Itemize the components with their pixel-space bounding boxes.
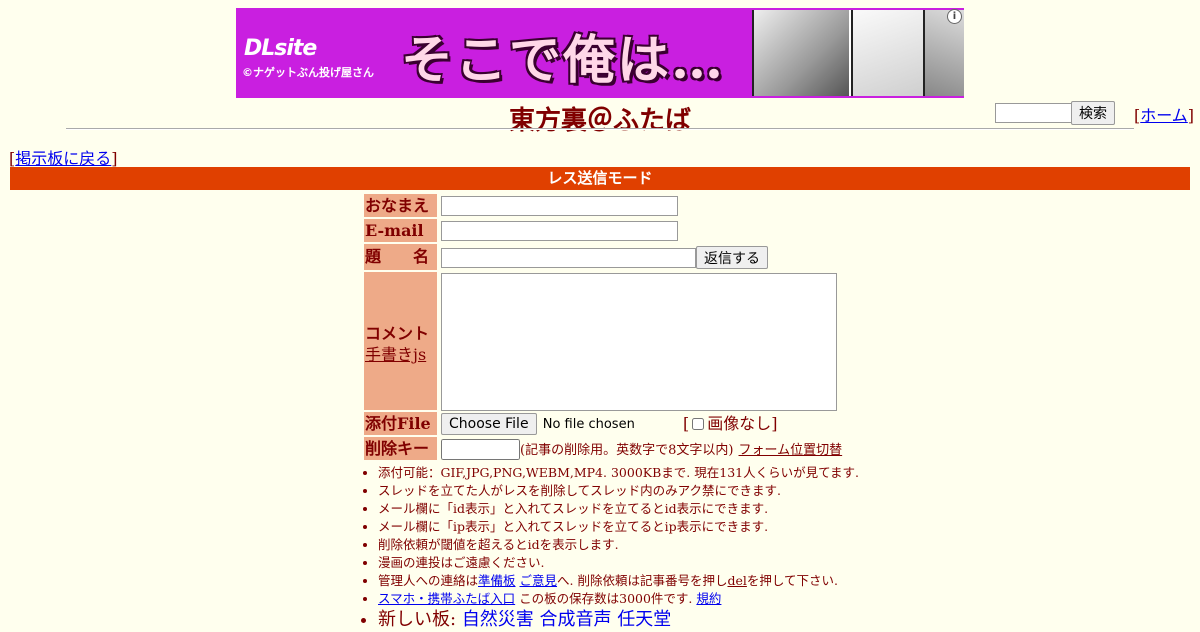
junbi-board-link[interactable]: 準備板 bbox=[478, 573, 516, 588]
no-image-option: [画像なし] bbox=[683, 414, 778, 433]
file-status: No file chosen bbox=[542, 417, 635, 432]
ad-banner[interactable]: DLsite ©ナゲットぶん投げ屋さん そこで俺は… i bbox=[236, 8, 964, 98]
feedback-link[interactable]: ご意見 bbox=[520, 573, 558, 588]
mobile-entry-link[interactable]: スマホ・携帯ふたば入口 bbox=[378, 591, 515, 606]
list-item: 添付可能：GIF,JPG,PNG,WEBM,MP4. 3000KBまで. 現在1… bbox=[378, 464, 859, 482]
back-link[interactable]: 掲示板に戻る bbox=[15, 149, 111, 168]
banner-artwork bbox=[752, 10, 964, 96]
del-link[interactable]: del bbox=[727, 573, 746, 588]
search-button[interactable]: 検索 bbox=[1071, 101, 1115, 125]
list-item: スマホ・携帯ふたば入口 この板の保存数は3000件です. 規約 bbox=[378, 590, 859, 608]
list-item: メール欄に「ip表示」と入れてスレッドを立てるとip表示にできます. bbox=[378, 518, 859, 536]
list-item: スレッドを立てた人がレスを削除してスレッド内のみアク禁にできます. bbox=[378, 482, 859, 500]
home-link[interactable]: ホーム bbox=[1140, 106, 1188, 125]
list-item: 管理人への連絡は準備板 ご意見へ. 削除依頼は記事番号を押しdelを押して下さい… bbox=[378, 572, 859, 590]
home-nav: [ホーム] bbox=[1134, 106, 1195, 125]
search-form: 検索 bbox=[995, 101, 1115, 125]
search-input[interactable] bbox=[995, 103, 1073, 123]
new-board-link[interactable]: 自然災害 bbox=[462, 609, 534, 630]
file-label: 添付File bbox=[364, 412, 437, 435]
mode-bar: レス送信モード bbox=[10, 167, 1190, 190]
no-image-label: 画像なし bbox=[707, 414, 772, 433]
name-input[interactable] bbox=[441, 195, 678, 216]
new-board-link[interactable]: 合成音声 bbox=[540, 609, 612, 630]
new-board-link[interactable]: 任天堂 bbox=[617, 609, 671, 630]
rule-text: この板の保存数は3000件です. bbox=[519, 591, 693, 606]
handwrite-link[interactable]: 手書きjs bbox=[365, 341, 426, 365]
subject-label: 題 名 bbox=[364, 244, 437, 270]
subject-input[interactable] bbox=[441, 247, 696, 268]
comment-label-cell: コメント 手書きjs bbox=[364, 272, 437, 410]
no-image-checkbox[interactable] bbox=[692, 418, 705, 430]
submit-reply-button[interactable]: 返信する bbox=[696, 246, 768, 269]
rule-text: 管理人への連絡は bbox=[378, 573, 479, 588]
delkey-note: (記事の削除用。英数字で8文字以内) bbox=[520, 443, 734, 458]
form-position-toggle-link[interactable]: フォーム位置切替 bbox=[739, 443, 843, 458]
email-input[interactable] bbox=[441, 220, 678, 241]
choose-file-button[interactable]: Choose File bbox=[441, 413, 537, 435]
back-nav: [掲示板に戻る] bbox=[9, 149, 118, 168]
list-item: メール欄に「id表示」と入れてスレッドを立てるとid表示にできます. bbox=[378, 500, 859, 518]
rule-text: を押して下さい. bbox=[746, 573, 838, 588]
banner-copyright: ©ナゲットぶん投げ屋さん bbox=[242, 66, 374, 79]
new-boards-label: 新しい板: bbox=[378, 609, 457, 630]
delkey-label: 削除キー bbox=[364, 437, 437, 460]
banner-headline: そこで俺は… bbox=[401, 30, 726, 91]
list-item: 削除依頼が閾値を超えるとidを表示します. bbox=[378, 536, 859, 554]
divider bbox=[66, 128, 1134, 130]
banner-logo: DLsite bbox=[244, 36, 317, 61]
name-label: おなまえ bbox=[364, 194, 437, 217]
list-item: 新しい板: 自然災害 合成音声 任天堂 bbox=[378, 608, 859, 632]
rules-list: 添付可能：GIF,JPG,PNG,WEBM,MP4. 3000KBまで. 現在1… bbox=[360, 464, 859, 632]
rule-text: へ. 削除依頼は記事番号を押し bbox=[557, 573, 728, 588]
terms-link[interactable]: 規約 bbox=[696, 591, 721, 606]
comment-textarea[interactable] bbox=[441, 273, 837, 411]
delkey-input[interactable] bbox=[441, 439, 520, 460]
info-icon[interactable]: i bbox=[947, 9, 962, 24]
list-item: 漫画の連投はご遠慮ください. bbox=[378, 554, 859, 572]
email-label: E-mail bbox=[364, 219, 437, 242]
